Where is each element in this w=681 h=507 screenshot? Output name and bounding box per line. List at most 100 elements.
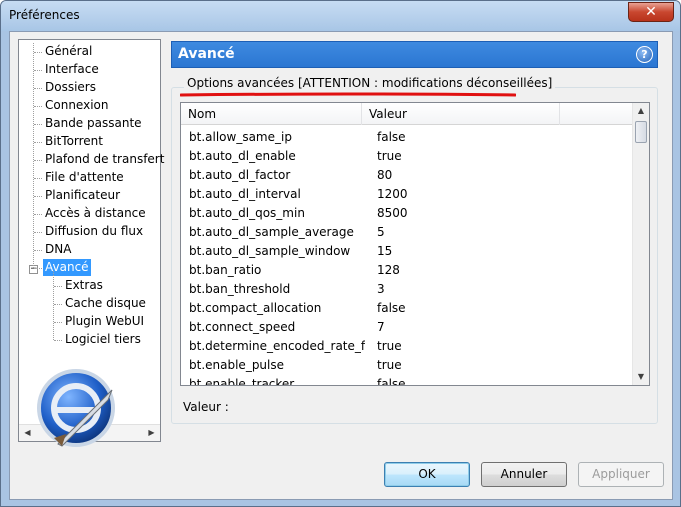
tree-connector-line <box>34 214 42 215</box>
setting-value: false <box>377 301 406 315</box>
tree-connector-line <box>34 124 42 125</box>
column-header-nom[interactable]: Nom <box>181 103 362 125</box>
list-row[interactable]: bt.enable_pulse true <box>181 356 633 375</box>
tree-item[interactable]: Avancé <box>43 259 91 276</box>
tree-connector-line <box>34 232 42 233</box>
list-row[interactable]: bt.compact_allocation false <box>181 299 633 318</box>
app-logo-icon <box>37 369 115 447</box>
setting-value: 128 <box>377 263 400 277</box>
scroll-left-icon[interactable]: ◀ <box>19 425 36 441</box>
tree-item[interactable]: Général <box>43 43 94 60</box>
setting-name: bt.ban_ratio <box>189 263 262 277</box>
tree-item[interactable]: Connexion <box>43 97 111 114</box>
tree-connector-line <box>33 43 34 268</box>
tree-connector-line <box>54 340 62 341</box>
dialog-client-area: − ◀ ▶ Général Interface Dossiers Connexion B… <box>9 31 673 500</box>
setting-name: bt.auto_dl_qos_min <box>189 206 305 220</box>
setting-name: bt.auto_dl_sample_average <box>189 225 354 239</box>
cancel-button[interactable]: Annuler <box>481 462 567 487</box>
window-title: Préférences <box>9 8 80 22</box>
setting-value: 7 <box>377 320 385 334</box>
setting-name: bt.ban_threshold <box>189 282 291 296</box>
preferences-window: Préférences ✕ − ◀ ▶ Général Interface Doss… <box>0 0 681 507</box>
tree-connector-line <box>34 268 42 269</box>
tree-connector-line <box>34 70 42 71</box>
list-row[interactable]: bt.allow_same_ip false <box>181 128 633 147</box>
list-row[interactable]: bt.auto_dl_qos_min 8500 <box>181 204 633 223</box>
tree-connector-line <box>34 52 42 53</box>
group-label: Options avancées [ATTENTION : modificati… <box>184 76 556 90</box>
setting-name: bt.compact_allocation <box>189 301 322 315</box>
tree-child-item[interactable]: Extras <box>63 277 105 294</box>
scroll-right-icon[interactable]: ▶ <box>143 425 160 441</box>
tree-item[interactable]: Bande passante <box>43 115 144 132</box>
tree-connector-line <box>34 178 42 179</box>
list-row[interactable]: bt.determine_encoded_rate_fo... true <box>181 337 633 356</box>
list-row[interactable]: bt.auto_dl_sample_average 5 <box>181 223 633 242</box>
setting-value: false <box>377 377 406 386</box>
section-header: Avancé ? <box>171 41 658 68</box>
red-annotation-underline <box>180 92 516 97</box>
tree-connector-line <box>34 142 42 143</box>
list-row[interactable]: bt.auto_dl_enable true <box>181 147 633 166</box>
help-icon[interactable]: ? <box>636 46 653 63</box>
tree-item[interactable]: Planificateur <box>43 187 122 204</box>
column-header-valeur[interactable]: Valeur <box>362 103 560 125</box>
tree-connector-line <box>54 322 62 323</box>
tree-connector-line <box>54 286 62 287</box>
tree-connector-line <box>34 160 42 161</box>
tree-item[interactable]: Dossiers <box>43 79 98 96</box>
setting-value: true <box>377 339 402 353</box>
list-row[interactable]: bt.enable_tracker false <box>181 375 633 386</box>
setting-value: true <box>377 149 402 163</box>
setting-name: bt.auto_dl_interval <box>189 187 301 201</box>
ok-button[interactable]: OK <box>384 462 470 487</box>
list-row[interactable]: bt.ban_ratio 128 <box>181 261 633 280</box>
setting-name: bt.enable_pulse <box>189 358 285 372</box>
tree-item[interactable]: DNA <box>43 241 73 258</box>
tree-item[interactable]: File d'attente <box>43 169 126 186</box>
tree-item[interactable]: Diffusion du flux <box>43 223 145 240</box>
tree-item[interactable]: Accès à distance <box>43 205 148 222</box>
advanced-settings-list[interactable]: Nom Valeur bt.allow_same_ip false bt.auto_… <box>180 102 650 386</box>
list-row[interactable]: bt.auto_dl_sample_window 15 <box>181 242 633 261</box>
scroll-up-icon[interactable]: ▲ <box>633 103 649 119</box>
section-title: Avancé <box>178 46 235 62</box>
setting-name: bt.auto_dl_enable <box>189 149 296 163</box>
setting-value: 3 <box>377 282 385 296</box>
tree-item[interactable]: Interface <box>43 61 101 78</box>
setting-name: bt.enable_tracker <box>189 377 295 386</box>
setting-value: true <box>377 358 402 372</box>
apply-button[interactable]: Appliquer <box>578 462 664 487</box>
setting-name: bt.auto_dl_sample_window <box>189 244 351 258</box>
setting-value: 80 <box>377 168 393 182</box>
list-row[interactable]: bt.auto_dl_interval 1200 <box>181 185 633 204</box>
scroll-down-icon[interactable]: ▼ <box>633 369 649 385</box>
list-row[interactable]: bt.auto_dl_factor 80 <box>181 166 633 185</box>
setting-value: 15 <box>377 244 393 258</box>
list-header: Nom Valeur <box>181 103 633 125</box>
list-row[interactable]: bt.ban_threshold 3 <box>181 280 633 299</box>
setting-name: bt.determine_encoded_rate_fo... <box>189 339 365 353</box>
list-row[interactable]: bt.connect_speed 7 <box>181 318 633 337</box>
tree-connector-line <box>34 196 42 197</box>
tree-connector-line <box>34 88 42 89</box>
tree-child-item[interactable]: Plugin WebUI <box>63 313 146 330</box>
setting-value: 5 <box>377 225 385 239</box>
list-vertical-scrollbar[interactable]: ▲ ▼ <box>632 103 649 385</box>
tree-connector-line <box>53 271 54 340</box>
scroll-thumb[interactable] <box>635 121 647 143</box>
setting-name: bt.auto_dl_factor <box>189 168 291 182</box>
tree-connector-line <box>34 250 42 251</box>
list-body: bt.allow_same_ip false bt.auto_dl_enable tr… <box>181 126 633 386</box>
tree-item[interactable]: BitTorrent <box>43 133 105 150</box>
tree-connector-line <box>34 106 42 107</box>
tree-item[interactable]: Plafond de transfert <box>43 151 166 168</box>
close-button[interactable]: ✕ <box>628 2 674 22</box>
value-label: Valeur : <box>183 400 229 414</box>
setting-value: 8500 <box>377 206 408 220</box>
tree-child-item[interactable]: Logiciel tiers <box>63 331 143 348</box>
title-bar[interactable]: Préférences ✕ <box>1 1 680 31</box>
setting-value: 1200 <box>377 187 408 201</box>
tree-child-item[interactable]: Cache disque <box>63 295 148 312</box>
